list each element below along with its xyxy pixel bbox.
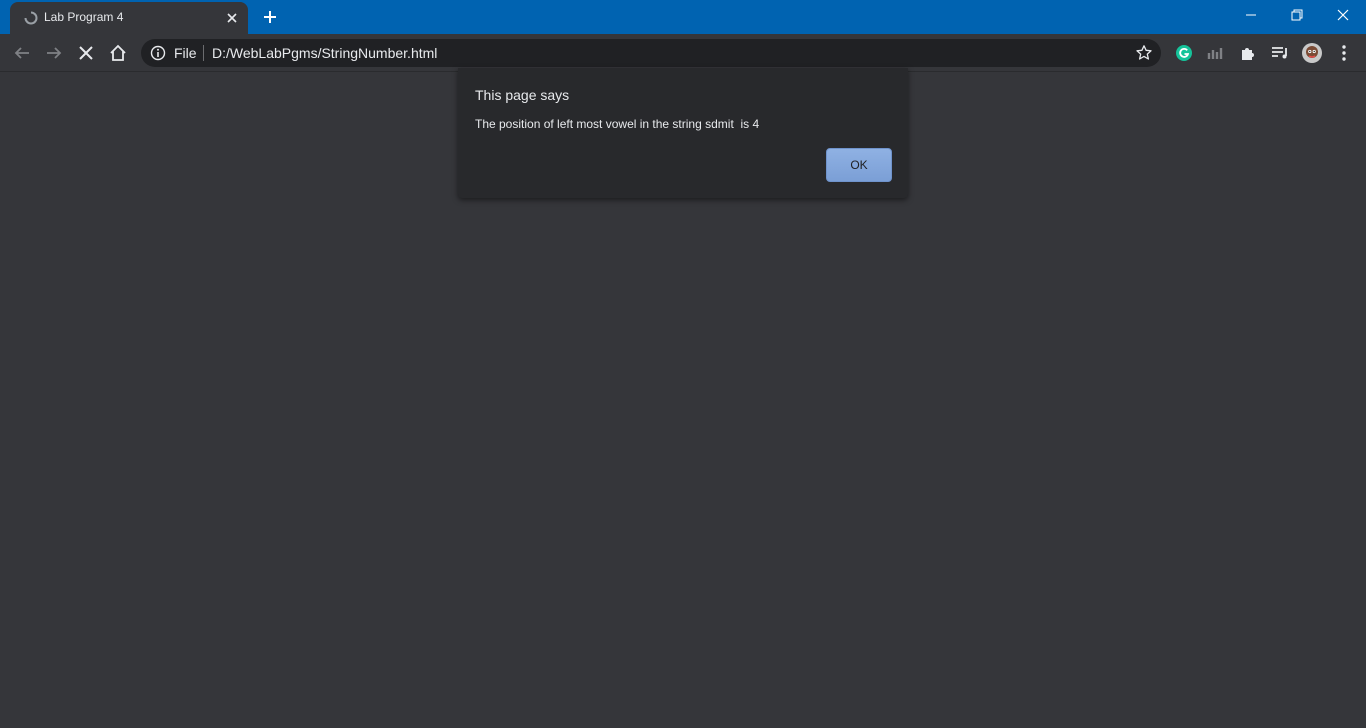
grammarly-extension-icon[interactable] [1173,42,1195,64]
close-tab-icon[interactable] [224,10,240,26]
browser-toolbar: File D:/WebLabPgms/StringNumber.html [0,34,1366,72]
restore-button[interactable] [1274,0,1320,30]
extensions-puzzle-icon[interactable] [1237,42,1259,64]
dialog-message: The position of left most vowel in the s… [475,117,760,131]
home-icon [110,44,126,61]
minimize-button[interactable] [1228,0,1274,30]
url-text[interactable]: D:/WebLabPgms/StringNumber.html [212,45,437,61]
analytics-extension-icon[interactable] [1205,42,1227,64]
ok-button[interactable]: OK [826,148,892,182]
forward-arrow-icon [47,47,62,59]
alert-dialog: This page says The position of left most… [458,68,908,198]
tab-title: Lab Program 4 [44,10,124,24]
dialog-heading: This page says [475,87,570,103]
scheme-divider [203,45,204,61]
reading-list-icon[interactable] [1269,42,1291,64]
back-button[interactable] [8,39,36,67]
address-bar[interactable]: File D:/WebLabPgms/StringNumber.html [141,39,1161,67]
stop-loading-button[interactable] [72,39,100,67]
stop-x-icon [79,46,93,60]
profile-avatar-icon[interactable] [1301,42,1323,64]
info-icon[interactable] [150,45,166,66]
new-tab-button[interactable] [258,5,282,29]
close-window-button[interactable] [1320,0,1366,30]
back-arrow-icon [14,47,29,59]
menu-kebab-icon[interactable] [1333,42,1355,64]
tab-strip: Lab Program 4 [0,0,1366,34]
home-button[interactable] [104,39,132,67]
forward-button[interactable] [40,39,68,67]
bookmark-star-icon[interactable] [1135,44,1153,67]
url-scheme-label: File [174,45,197,61]
tab-lab-program[interactable]: Lab Program 4 [10,2,248,34]
loading-spinner-icon [24,11,38,25]
